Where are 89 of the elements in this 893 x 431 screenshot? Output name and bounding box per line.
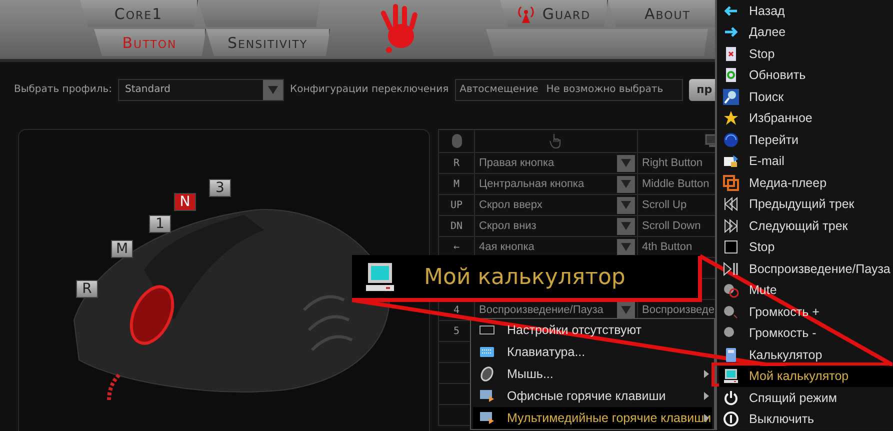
submenu-item[interactable]: Офисные горячие клавиши bbox=[473, 385, 712, 407]
tab[interactable]: Sensitivity bbox=[206, 29, 330, 56]
mouse-button-label[interactable]: 3 bbox=[209, 179, 231, 197]
key-cell: ← bbox=[453, 242, 460, 252]
screen-icon bbox=[479, 388, 495, 404]
mouse-button-label[interactable]: M bbox=[111, 240, 133, 258]
power-icon bbox=[723, 390, 739, 406]
menu-item[interactable]: Поиск bbox=[719, 86, 893, 108]
email-icon bbox=[723, 153, 739, 170]
menu-item[interactable]: Обновить bbox=[719, 64, 893, 86]
action-cell: Правая кнопка bbox=[479, 157, 554, 169]
mute-speaker-icon bbox=[723, 282, 739, 298]
menu-item[interactable]: Калькулятор bbox=[719, 344, 893, 366]
dropdown-button[interactable] bbox=[617, 238, 635, 256]
caret-icon bbox=[621, 243, 631, 251]
submenu-item[interactable]: Клавиатура... bbox=[473, 341, 712, 363]
menu-item[interactable]: Выключить bbox=[719, 408, 893, 430]
hand-pointer-icon bbox=[549, 133, 563, 149]
key-cell: R bbox=[453, 158, 460, 168]
monitor-icon bbox=[364, 261, 396, 293]
callout-text: Мой калькулятор bbox=[424, 264, 626, 290]
key-cell: UP bbox=[450, 200, 463, 210]
menu-item[interactable]: Stop bbox=[719, 43, 893, 64]
menu-item[interactable]: Громкость - bbox=[719, 322, 893, 344]
menu-item[interactable]: Спящий режим bbox=[719, 387, 893, 408]
keyboard-icon bbox=[479, 344, 495, 360]
search-icon bbox=[723, 88, 739, 105]
value-cell: Right Button bbox=[642, 157, 703, 169]
mode-text: Автосмещение bbox=[460, 84, 538, 95]
caret-icon bbox=[621, 222, 631, 230]
value-cell: Middle Button bbox=[642, 178, 710, 190]
mouse-button-label[interactable]: N bbox=[174, 193, 196, 211]
mouse-button-label[interactable]: 1 bbox=[149, 215, 171, 233]
globe-icon bbox=[723, 132, 739, 148]
tab[interactable]: Guard bbox=[500, 0, 608, 27]
star-icon bbox=[723, 110, 739, 126]
menu-item[interactable]: Следующий трек bbox=[719, 215, 893, 236]
stop-page-icon bbox=[723, 46, 739, 62]
key-cell: 4 bbox=[453, 304, 460, 316]
dropdown-button[interactable] bbox=[617, 154, 635, 172]
note-text: Не возможно выбрать bbox=[546, 84, 664, 95]
key-cell: M bbox=[453, 178, 460, 190]
monitor-icon bbox=[723, 368, 739, 384]
value-cell: Scroll Down bbox=[642, 220, 701, 232]
submenu-item[interactable]: Мышь... bbox=[473, 363, 712, 385]
profile-select[interactable]: Standard bbox=[118, 78, 284, 100]
dropdown-button[interactable] bbox=[617, 302, 635, 318]
tab[interactable]: Core1 bbox=[80, 0, 198, 27]
menu-item[interactable]: Воспроизведение/Пауза bbox=[719, 258, 893, 280]
dropdown-button[interactable] bbox=[617, 196, 635, 214]
dropdown-button[interactable] bbox=[617, 176, 635, 192]
key-cell: 5 bbox=[453, 326, 460, 336]
media-player-icon bbox=[723, 174, 739, 191]
caret-icon bbox=[268, 86, 278, 94]
switch-config-label: Конфигурации переключения bbox=[290, 84, 449, 95]
antenna-icon bbox=[516, 4, 536, 22]
menu-item[interactable]: Перейти bbox=[719, 129, 893, 150]
screen-icon bbox=[479, 410, 495, 426]
play-pause-icon bbox=[723, 260, 739, 277]
menu-item[interactable]: Stop bbox=[719, 236, 893, 258]
refresh-page-icon bbox=[723, 67, 739, 84]
caret-icon bbox=[621, 159, 631, 167]
value-cell: Scroll Up bbox=[642, 199, 687, 211]
action-cell: Скрол вверх bbox=[479, 199, 542, 211]
caret-icon bbox=[621, 201, 631, 209]
mouse-button-label[interactable]: R bbox=[76, 280, 98, 298]
menu-item[interactable]: Предыдущий трек bbox=[719, 194, 893, 215]
stop-square-icon bbox=[723, 239, 739, 256]
action-cell: Воспроизведение/Пауза bbox=[479, 304, 604, 316]
menu-item[interactable]: Мой калькулятор bbox=[719, 366, 893, 387]
caret-icon bbox=[621, 306, 631, 314]
action-cell: Скрол вниз bbox=[479, 220, 536, 232]
calculator-icon bbox=[723, 346, 739, 363]
action-cell: Центральная кнопка bbox=[479, 178, 584, 190]
profile-label: Выбрать профиль: bbox=[14, 84, 112, 95]
next-track-icon bbox=[723, 218, 739, 234]
previous-track-icon bbox=[723, 196, 739, 212]
menu-item[interactable]: E-mail bbox=[719, 150, 893, 172]
mouse-icon bbox=[479, 366, 495, 382]
action-cell: 4ая кнопка bbox=[479, 241, 534, 253]
shutdown-icon bbox=[723, 411, 739, 428]
value-cell: 4th Button bbox=[642, 241, 692, 253]
dropdown-button[interactable] bbox=[617, 218, 635, 234]
caret-icon bbox=[621, 180, 631, 188]
menu-item[interactable]: Избранное bbox=[719, 108, 893, 129]
menu-item[interactable]: Медиа-плеер bbox=[719, 172, 893, 194]
key-cell: DN bbox=[450, 220, 463, 232]
mouse-icon bbox=[452, 134, 462, 148]
value-cell: Воспроизведе bbox=[642, 304, 714, 316]
